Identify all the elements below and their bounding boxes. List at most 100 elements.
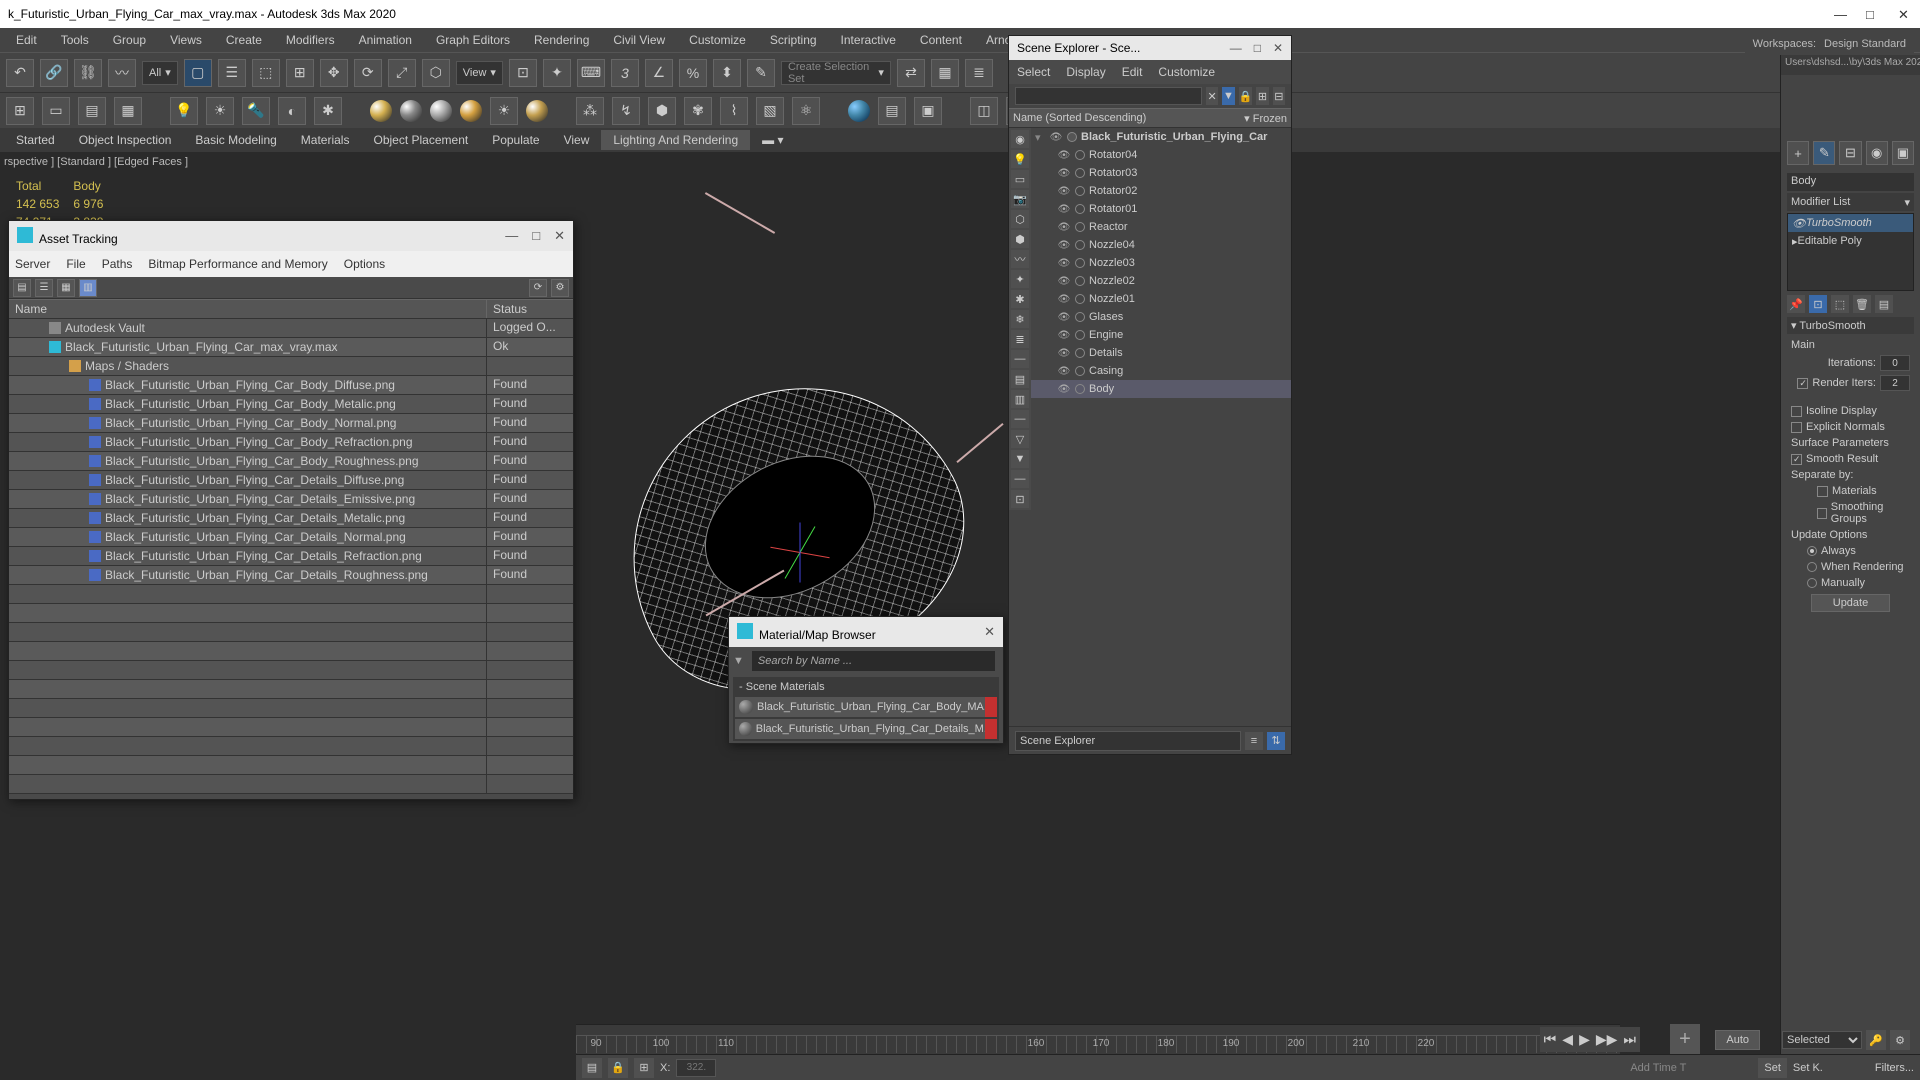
expand-icon[interactable]: ⊞ [1256,87,1268,105]
edit-set-icon[interactable]: ✎ [747,59,775,87]
asset-menu-bitmap-performance-and-memory[interactable]: Bitmap Performance and Memory [148,257,327,271]
link-icon[interactable]: 🔗 [40,59,68,87]
update-button[interactable]: Update [1811,594,1890,612]
asset-row[interactable]: Black_Futuristic_Urban_Flying_Car_Detail… [9,547,573,566]
asset-row[interactable]: Maps / Shaders [9,357,573,376]
smoothing-groups-checkbox[interactable] [1817,508,1827,519]
tool-icon-3[interactable]: ▤ [78,97,106,125]
scene-filter-icon[interactable]: — [1011,410,1029,428]
scene-item[interactable]: 👁Nozzle03 [1031,254,1291,272]
snap-icon[interactable]: 3 [611,59,639,87]
lock-selection-icon[interactable]: 🔒 [608,1058,628,1078]
x-coord-input[interactable] [676,1059,716,1077]
material-group-header[interactable]: - Scene Materials [735,679,997,695]
rect-select-icon[interactable]: ⬚ [252,59,280,87]
close-icon[interactable]: ✕ [554,228,565,244]
scene-filter-icon[interactable]: — [1011,350,1029,368]
material-sphere-icon[interactable] [526,100,548,122]
unique-icon[interactable]: ⬚ [1831,295,1849,313]
asset-row[interactable]: Black_Futuristic_Urban_Flying_Car_max_vr… [9,338,573,357]
material-sphere-icon[interactable] [370,100,392,122]
tab-populate[interactable]: Populate [480,130,551,150]
asset-row[interactable]: Black_Futuristic_Urban_Flying_Car_Body_D… [9,376,573,395]
workspaces-selector[interactable]: Workspaces: Design Standard [1745,32,1914,56]
scene-filter-icon[interactable]: ⬡ [1011,210,1029,228]
scene-menu-select[interactable]: Select [1017,65,1050,79]
deflector-icon[interactable]: ⬢ [648,97,676,125]
filters-label[interactable]: Filters... [1875,1062,1914,1074]
prev-frame-icon[interactable]: ◀ [1562,1031,1573,1048]
scene-item[interactable]: 👁Rotator02 [1031,182,1291,200]
scene-filter-icon[interactable]: ✦ [1011,270,1029,288]
scene-menu-display[interactable]: Display [1066,65,1105,79]
menu-modifiers[interactable]: Modifiers [276,30,345,50]
spot-icon[interactable]: 🔦 [242,97,270,125]
pin-stack-icon[interactable]: 📌 [1787,295,1805,313]
materials-checkbox[interactable] [1817,486,1828,497]
asset-menu-file[interactable]: File [66,257,85,271]
object-name-field[interactable]: Body [1787,173,1914,191]
column-header-name[interactable]: Name (Sorted Descending) [1013,112,1146,124]
menu-animation[interactable]: Animation [349,30,422,50]
material-item[interactable]: Black_Futuristic_Urban_Flying_Car_Detail… [735,719,997,739]
move-icon[interactable]: ✥ [320,59,348,87]
minimize-icon[interactable]: — [1230,41,1242,55]
selected-dropdown[interactable]: Selected [1782,1031,1862,1049]
detail-view-icon[interactable]: ▦ [57,279,75,297]
scene-item[interactable]: 👁Rotator01 [1031,200,1291,218]
maximize-icon[interactable]: □ [1254,41,1261,55]
asset-menu-options[interactable]: Options [344,257,385,271]
menu-group[interactable]: Group [103,30,156,50]
scene-explorer-selector[interactable] [1015,731,1241,751]
display-tab-icon[interactable]: ▣ [1892,141,1914,165]
material-sphere-icon[interactable] [460,100,482,122]
menu-content[interactable]: Content [910,30,972,50]
stack-item-turbosmooth[interactable]: 👁 TurboSmooth [1788,214,1913,232]
scene-item[interactable]: 👁Engine [1031,326,1291,344]
material-search-input[interactable]: Search by Name ... [752,651,995,671]
tab-basic-modeling[interactable]: Basic Modeling [183,130,288,150]
keymode-icon[interactable]: 🔑 [1866,1030,1886,1050]
timeline[interactable]: 90100110160170180190200210220 [576,1024,1620,1054]
asset-row[interactable]: Black_Futuristic_Urban_Flying_Car_Detail… [9,528,573,547]
selection-set-input[interactable]: Create Selection Set ▾ [781,61,891,85]
bind-icon[interactable]: 〰 [108,59,136,87]
set-button[interactable]: Set [1758,1058,1787,1078]
scene-filter-icon[interactable]: ✱ [1011,290,1029,308]
scene-filter-icon[interactable]: 📷 [1011,190,1029,208]
ref-coord-system[interactable]: View ▾ [456,61,503,85]
scene-filter-icon[interactable]: ◉ [1011,130,1029,148]
menu-civil-view[interactable]: Civil View [603,30,675,50]
goto-end-icon[interactable]: ⏭ [1623,1031,1636,1048]
keyboard-icon[interactable]: ⌨ [577,59,605,87]
always-radio[interactable] [1807,546,1817,556]
rotate-icon[interactable]: ⟳ [354,59,382,87]
asset-row[interactable]: Black_Futuristic_Urban_Flying_Car_Detail… [9,566,573,585]
modifier-stack[interactable]: 👁 TurboSmooth ▸ Editable Poly [1787,213,1914,291]
scene-menu-customize[interactable]: Customize [1158,65,1215,79]
sort-icon[interactable]: ⇅ [1267,732,1285,750]
tab-started[interactable]: Started [4,130,67,150]
select-object-icon[interactable]: ▢ [184,59,212,87]
maximize-icon[interactable]: □ [532,228,540,244]
hierarchy-tab-icon[interactable]: ⊟ [1839,141,1861,165]
selection-filter[interactable]: All ▾ [142,61,178,85]
dialog-titlebar[interactable]: Material/Map Browser ✕ [729,617,1003,647]
menu-customize[interactable]: Customize [679,30,756,50]
column-header-frozen[interactable]: ▾ Frozen [1244,112,1287,125]
scene-search-input[interactable] [1015,87,1202,105]
tool-icon-2[interactable]: ▭ [42,97,70,125]
schematic-icon[interactable]: ◫ [970,97,998,125]
dialog-titlebar[interactable]: Asset Tracking — □ ✕ [9,221,573,251]
scene-filter-icon[interactable]: ▽ [1011,430,1029,448]
menu-create[interactable]: Create [216,30,272,50]
scene-filter-icon[interactable]: ⬢ [1011,230,1029,248]
smooth-result-checkbox[interactable] [1791,454,1802,465]
scene-filter-icon[interactable]: ❄ [1011,310,1029,328]
list-view-icon[interactable]: ☰ [35,279,53,297]
stack-item-editable-poly[interactable]: ▸ Editable Poly [1788,232,1913,250]
maxscript-icon[interactable]: ▤ [582,1058,602,1078]
scene-item[interactable]: 👁Casing [1031,362,1291,380]
scale-icon[interactable]: ⤢ [388,59,416,87]
configure-icon[interactable]: ▤ [1875,295,1893,313]
